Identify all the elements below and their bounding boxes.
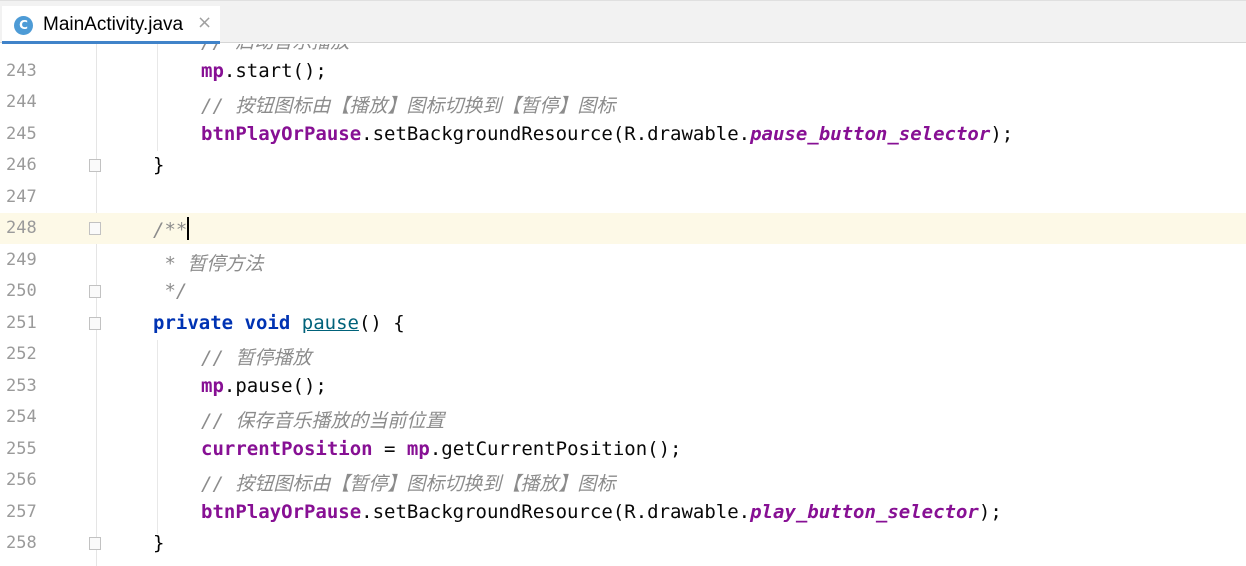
- code-line[interactable]: 256 // 按钮图标由【暂停】图标切换到【播放】图标: [0, 465, 1246, 496]
- code-text: currentPosition = mp.getCurrentPosition(…: [201, 438, 682, 460]
- line-number: 247: [6, 187, 37, 207]
- code-text: private void pause() {: [153, 312, 405, 334]
- editor-tab-bar: C MainActivity.java ×: [0, 0, 1246, 44]
- comment-text: // 按钮图标由【暂停】图标切换到【播放】图标: [201, 473, 616, 495]
- code-line[interactable]: 246 }: [0, 150, 1246, 181]
- line-number: 243: [6, 61, 37, 81]
- line-number: 255: [6, 439, 37, 459]
- line-number: 242: [6, 44, 37, 48]
- code-line[interactable]: 245 btnPlayOrPause.setBackgroundResource…: [0, 119, 1246, 150]
- code-line[interactable]: 255 currentPosition = mp.getCurrentPosit…: [0, 434, 1246, 465]
- line-number: 244: [6, 92, 37, 112]
- code-line[interactable]: 244 // 按钮图标由【播放】图标切换到【暂停】图标: [0, 87, 1246, 118]
- line-number: 253: [6, 376, 37, 396]
- code-line[interactable]: 257 btnPlayOrPause.setBackgroundResource…: [0, 497, 1246, 528]
- code-text: }: [153, 154, 165, 176]
- line-number: 256: [6, 470, 37, 490]
- comment-text: * 暂停方法: [153, 253, 264, 275]
- code-line[interactable]: 253 mp.pause();: [0, 371, 1246, 402]
- code-text: btnPlayOrPause.setBackgroundResource(R.d…: [201, 501, 1002, 523]
- code-line[interactable]: 252 // 暂停播放: [0, 339, 1246, 370]
- line-number: 252: [6, 344, 37, 364]
- code-line[interactable]: 258 }: [0, 528, 1246, 559]
- comment-text: // 保存音乐播放的当前位置: [201, 410, 445, 432]
- method-name-link[interactable]: pause: [302, 312, 359, 334]
- line-number: 257: [6, 502, 37, 522]
- code-text: mp.start();: [201, 60, 327, 82]
- java-class-icon: C: [14, 16, 33, 35]
- comment-text: // 暂停播放: [201, 347, 312, 369]
- code-text: btnPlayOrPause.setBackgroundResource(R.d…: [201, 123, 1014, 145]
- code-text: }: [153, 532, 165, 554]
- line-number: 246: [6, 155, 37, 175]
- line-number: 245: [6, 124, 37, 144]
- line-number: 250: [6, 281, 37, 301]
- code-line[interactable]: 249 * 暂停方法: [0, 245, 1246, 276]
- tab-mainactivity[interactable]: C MainActivity.java ×: [2, 6, 220, 44]
- code-line[interactable]: 242 // 启动音乐播放: [0, 44, 1246, 54]
- code-line[interactable]: 250 */: [0, 276, 1246, 307]
- code-line[interactable]: 251 private void pause() {: [0, 308, 1246, 339]
- code-text: /**: [153, 217, 190, 241]
- line-number: 249: [6, 250, 37, 270]
- code-line[interactable]: 247: [0, 182, 1246, 213]
- fold-icon[interactable]: [89, 285, 101, 298]
- fold-icon[interactable]: [89, 537, 101, 550]
- comment-text: */: [153, 280, 188, 302]
- line-number: 254: [6, 407, 37, 427]
- fold-icon[interactable]: [89, 159, 101, 172]
- line-number: 258: [6, 533, 37, 553]
- code-editor[interactable]: 242 // 启动音乐播放 243 mp.start(); 244 // 按钮图…: [0, 44, 1246, 566]
- current-code-line[interactable]: 248 /**: [0, 213, 1246, 244]
- line-number: 251: [6, 313, 37, 333]
- code-line[interactable]: 243 mp.start();: [0, 56, 1246, 87]
- tab-title: MainActivity.java: [43, 14, 184, 35]
- code-line[interactable]: 254 // 保存音乐播放的当前位置: [0, 402, 1246, 433]
- fold-icon[interactable]: [89, 317, 101, 330]
- comment-text: // 按钮图标由【播放】图标切换到【暂停】图标: [201, 95, 616, 117]
- line-number: 248: [6, 218, 37, 238]
- code-text: mp.pause();: [201, 375, 327, 397]
- fold-icon[interactable]: [89, 222, 101, 235]
- text-caret: [187, 217, 190, 240]
- close-icon[interactable]: ×: [197, 12, 212, 33]
- comment-text: // 启动音乐播放: [201, 44, 349, 54]
